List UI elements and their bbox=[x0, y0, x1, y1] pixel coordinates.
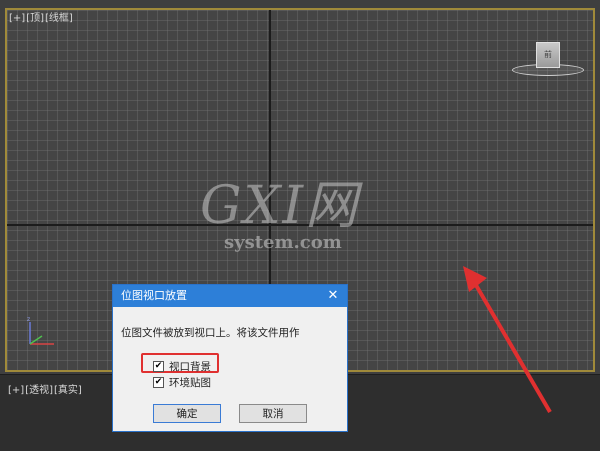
viewport-shading-mode[interactable]: [真实] bbox=[54, 385, 82, 396]
viewport-menu-plus[interactable]: [+] bbox=[8, 385, 24, 396]
axis-tripod-icon: z bbox=[27, 316, 54, 345]
environment-map-option[interactable]: ✔ 环境贴图 bbox=[153, 375, 211, 390]
viewcube-face[interactable]: 前 bbox=[536, 42, 560, 68]
bitmap-viewport-placement-dialog: 位图视口放置 ✕ 位图文件被放到视口上。将该文件用作 ✔ 视口背景 ✔ 环境贴图… bbox=[112, 284, 348, 432]
viewport-background-checkbox[interactable]: ✔ bbox=[153, 361, 164, 372]
viewport-background-label[interactable]: 视口背景 bbox=[169, 359, 211, 374]
environment-map-checkbox[interactable]: ✔ bbox=[153, 377, 164, 388]
viewcube-icon[interactable]: 前 bbox=[512, 40, 584, 80]
ok-button[interactable]: 确定 bbox=[153, 404, 221, 423]
viewport-view-name[interactable]: [透视] bbox=[25, 385, 53, 396]
watermark-sub-text: system.com bbox=[224, 232, 342, 253]
dialog-title: 位图视口放置 bbox=[121, 289, 187, 302]
annotation-arrow-icon bbox=[463, 266, 552, 414]
cancel-button[interactable]: 取消 bbox=[239, 404, 307, 423]
viewport-background-option[interactable]: ✔ 视口背景 bbox=[153, 359, 211, 374]
close-icon[interactable]: ✕ bbox=[325, 285, 341, 307]
dialog-message: 位图文件被放到视口上。将该文件用作 bbox=[121, 327, 300, 339]
watermark-main-text: GXI网 bbox=[200, 176, 360, 236]
viewport-shading-mode[interactable]: [线框] bbox=[45, 13, 73, 24]
viewport-top-label[interactable]: [+][顶][线框] bbox=[9, 9, 74, 24]
environment-map-label[interactable]: 环境贴图 bbox=[169, 375, 211, 390]
viewport-menu-plus[interactable]: [+] bbox=[9, 13, 25, 24]
dialog-title-bar[interactable]: 位图视口放置 ✕ bbox=[113, 285, 347, 307]
viewport-view-name[interactable]: [顶] bbox=[26, 13, 44, 24]
svg-text:z: z bbox=[27, 316, 30, 323]
viewport-perspective-label[interactable]: [+][透视][真实] bbox=[8, 381, 83, 396]
watermark-logo: GXI网 system.com bbox=[200, 180, 370, 260]
